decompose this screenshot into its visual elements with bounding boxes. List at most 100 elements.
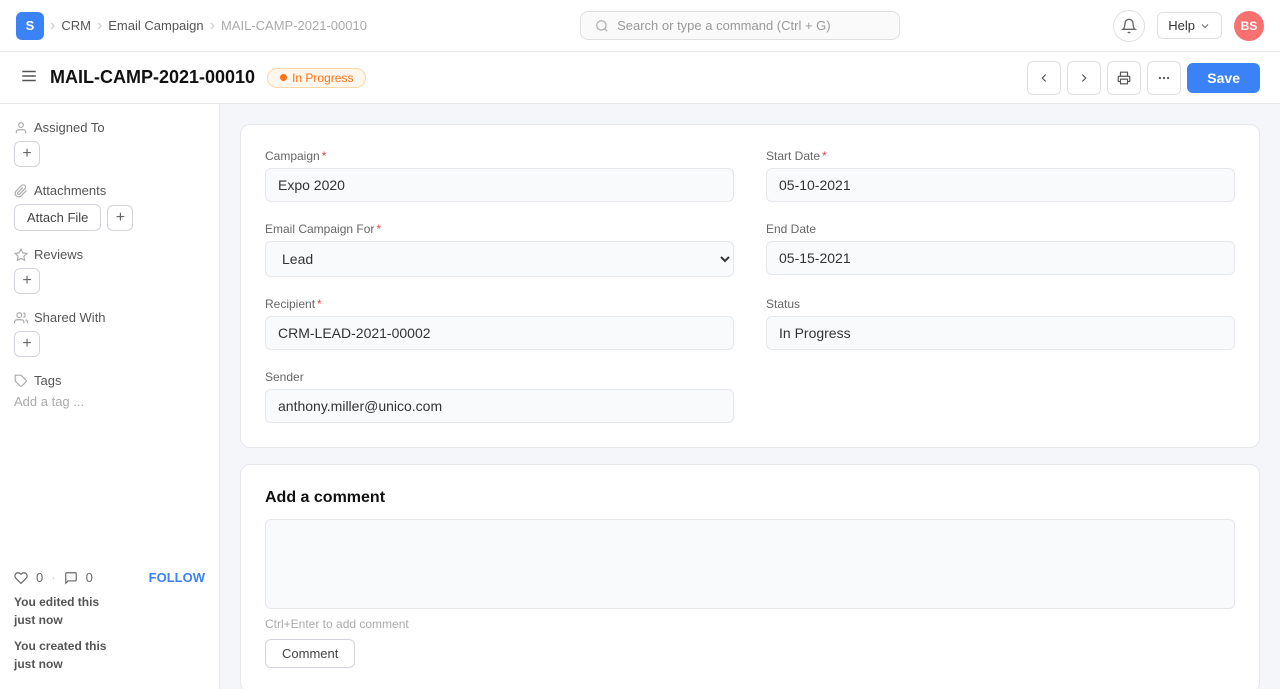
comment-title: Add a comment (265, 489, 1235, 507)
top-nav: S › CRM › Email Campaign › MAIL-CAMP-202… (0, 0, 1280, 52)
comment-textarea[interactable] (265, 519, 1235, 609)
shared-with-label: Shared With (34, 310, 106, 325)
comment-submit-button[interactable]: Comment (265, 639, 355, 668)
page-title: MAIL-CAMP-2021-00010 (50, 67, 255, 88)
recipient-input[interactable] (265, 316, 734, 350)
status-label: Status (766, 297, 1235, 311)
tags-section: Tags Add a tag ... (14, 373, 205, 409)
follow-button[interactable]: FOLLOW (149, 570, 205, 585)
tag-icon (14, 374, 28, 388)
comment-icon[interactable] (64, 571, 78, 585)
breadcrumb-sep-1: › (50, 17, 55, 35)
breadcrumb-sep-3: › (210, 17, 215, 35)
breadcrumb-email-campaign[interactable]: Email Campaign (108, 18, 203, 33)
sidebar-bottom: 0 · 0 FOLLOW You edited this just now Yo… (14, 570, 205, 673)
assigned-to-title: Assigned To (14, 120, 205, 135)
heart-icon[interactable] (14, 571, 28, 585)
tags-title: Tags (14, 373, 205, 388)
end-date-label: End Date (766, 222, 1235, 236)
save-button[interactable]: Save (1187, 63, 1260, 93)
prev-button[interactable] (1027, 61, 1061, 95)
page-header-left: MAIL-CAMP-2021-00010 In Progress (20, 67, 366, 88)
attachments-title: Attachments (14, 183, 205, 198)
star-icon (14, 248, 28, 262)
more-button[interactable] (1147, 61, 1181, 95)
notification-button[interactable] (1113, 10, 1145, 42)
chevron-right-icon (1077, 71, 1091, 85)
printer-icon (1117, 71, 1131, 85)
page-header-right: Save (1027, 61, 1260, 95)
status-input[interactable] (766, 316, 1235, 350)
page-header: MAIL-CAMP-2021-00010 In Progress Save (0, 52, 1280, 104)
attachments-label: Attachments (34, 183, 106, 198)
reviews-add-button[interactable]: + (14, 268, 40, 294)
breadcrumb-area: S › CRM › Email Campaign › MAIL-CAMP-202… (16, 12, 367, 40)
reviews-section: Reviews + (14, 247, 205, 294)
activity-item-2: You created this just now (14, 637, 205, 673)
assigned-to-label: Assigned To (34, 120, 105, 135)
status-text: In Progress (292, 71, 353, 85)
paperclip-icon (14, 184, 28, 198)
email-campaign-for-select[interactable]: Lead (265, 241, 734, 277)
ellipsis-icon (1157, 71, 1171, 85)
reviews-label: Reviews (34, 247, 83, 262)
bell-icon (1121, 18, 1137, 34)
start-date-field: Start Date* (766, 149, 1235, 202)
status-badge: In Progress (267, 68, 366, 88)
campaign-label: Campaign* (265, 149, 734, 163)
recipient-label: Recipient* (265, 297, 734, 311)
email-campaign-for-field: Email Campaign For* Lead (265, 222, 734, 277)
share-icon (14, 311, 28, 325)
end-date-input[interactable] (766, 241, 1235, 275)
breadcrumb-crm[interactable]: CRM (61, 18, 91, 33)
start-date-input[interactable] (766, 168, 1235, 202)
breadcrumb-sep-2: › (97, 17, 102, 35)
form-grid: Campaign* Start Date* Email Campaign For… (265, 149, 1235, 423)
recipient-field: Recipient* (265, 297, 734, 350)
attach-file-row: Attach File + (14, 204, 205, 231)
campaign-input[interactable] (265, 168, 734, 202)
comment-card: Add a comment Ctrl+Enter to add comment … (240, 464, 1260, 689)
next-button[interactable] (1067, 61, 1101, 95)
assigned-to-section: Assigned To + (14, 120, 205, 167)
status-dot (280, 74, 287, 81)
chevron-left-icon (1037, 71, 1051, 85)
sender-label: Sender (265, 370, 734, 384)
email-campaign-for-label: Email Campaign For* (265, 222, 734, 236)
dot-sep: · (51, 570, 55, 585)
comment-hint: Ctrl+Enter to add comment (265, 617, 1235, 631)
help-label: Help (1168, 18, 1195, 33)
likes-count: 0 (36, 570, 43, 585)
status-field: Status (766, 297, 1235, 350)
form-card: Campaign* Start Date* Email Campaign For… (240, 124, 1260, 448)
content-area: Campaign* Start Date* Email Campaign For… (220, 104, 1280, 689)
attachments-section: Attachments Attach File + (14, 183, 205, 231)
chevron-down-icon (1199, 20, 1211, 32)
activity-item-1: You edited this just now (14, 593, 205, 629)
search-bar[interactable]: Search or type a command (Ctrl + G) (580, 11, 900, 40)
hamburger-button[interactable] (20, 67, 38, 88)
app-logo[interactable]: S (16, 12, 44, 40)
add-tag-input[interactable]: Add a tag ... (14, 394, 205, 409)
assigned-to-add-button[interactable]: + (14, 141, 40, 167)
search-icon (595, 19, 609, 33)
sender-input[interactable] (265, 389, 734, 423)
person-icon (14, 121, 28, 135)
print-button[interactable] (1107, 61, 1141, 95)
breadcrumb-current: MAIL-CAMP-2021-00010 (221, 18, 367, 33)
attach-file-button[interactable]: Attach File (14, 204, 101, 231)
help-button[interactable]: Help (1157, 12, 1222, 39)
shared-with-add-button[interactable]: + (14, 331, 40, 357)
end-date-field: End Date (766, 222, 1235, 277)
campaign-field: Campaign* (265, 149, 734, 202)
reviews-title: Reviews (14, 247, 205, 262)
attach-add-button[interactable]: + (107, 205, 133, 231)
comments-count: 0 (86, 570, 93, 585)
sidebar: Assigned To + Attachments Attach File + … (0, 104, 220, 689)
search-placeholder: Search or type a command (Ctrl + G) (617, 18, 831, 33)
shared-with-section: Shared With + (14, 310, 205, 357)
nav-actions: Help BS (1113, 10, 1264, 42)
likes-row: 0 · 0 FOLLOW (14, 570, 205, 585)
search-area: Search or type a command (Ctrl + G) (367, 11, 1113, 40)
avatar[interactable]: BS (1234, 11, 1264, 41)
